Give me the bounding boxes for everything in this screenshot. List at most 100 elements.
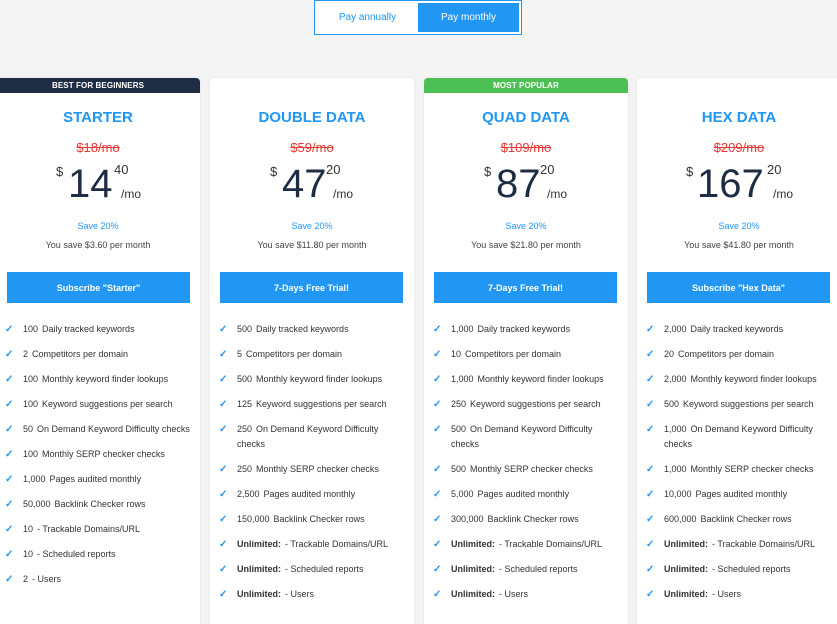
feature-value: 1,000 xyxy=(664,424,687,434)
feature-label: Monthly SERP checker checks xyxy=(42,449,165,459)
check-icon: ✓ xyxy=(646,349,655,360)
plan-cta-button[interactable]: Subscribe "Hex Data" xyxy=(647,272,830,303)
feature-value: 250 xyxy=(237,424,253,434)
check-icon: ✓ xyxy=(5,399,14,410)
feature-item: ✓ 5,000 Pages audited monthly xyxy=(433,487,622,502)
check-icon: ✓ xyxy=(219,424,228,435)
save-amount: You save $3.60 per month xyxy=(45,240,151,250)
check-icon: ✓ xyxy=(433,539,442,550)
check-icon: ✓ xyxy=(219,589,228,600)
check-icon: ✓ xyxy=(5,349,14,360)
current-price: $ 87 20 /mo xyxy=(424,162,628,212)
feature-item: ✓ 250 Monthly SERP checker checks xyxy=(219,462,408,477)
price-cents: 40 xyxy=(114,162,129,177)
check-icon: ✓ xyxy=(646,489,655,500)
feature-label: - Users xyxy=(712,589,741,599)
feature-label: - Scheduled reports xyxy=(499,564,578,574)
feature-value: 2 xyxy=(23,574,29,584)
plan-name: DOUBLE DATA xyxy=(258,109,366,126)
feature-item: ✓ 2- Users xyxy=(5,572,194,587)
plan-name: STARTER xyxy=(63,109,133,126)
feature-value: 10 xyxy=(23,524,34,534)
feature-value: Unlimited: xyxy=(237,589,281,599)
check-icon: ✓ xyxy=(646,324,655,335)
check-icon: ✓ xyxy=(219,399,228,410)
check-icon: ✓ xyxy=(433,564,442,575)
plan-ribbon xyxy=(210,78,414,93)
old-price-value: 18/mo xyxy=(83,140,120,155)
save-percent: Save 20% xyxy=(77,221,119,231)
feature-label: - Trackable Domains/URL xyxy=(712,539,816,549)
feature-value: 100 xyxy=(23,374,39,384)
plan-cta-button[interactable]: Subscribe "Starter" xyxy=(7,272,190,303)
price-integer: 14 xyxy=(68,162,113,206)
plan-cta-button[interactable]: 7-Days Free Trial! xyxy=(434,272,617,303)
feature-label: Competitors per domain xyxy=(465,349,562,359)
price-integer: 47 xyxy=(282,162,327,206)
plan-cta-button[interactable]: 7-Days Free Trial! xyxy=(220,272,403,303)
feature-label: - Users xyxy=(32,574,62,584)
old-price: $18/mo xyxy=(0,140,200,155)
feature-item: ✓ 10- Scheduled reports xyxy=(5,547,194,562)
pay-annually-button[interactable]: Pay annually xyxy=(317,3,418,32)
feature-item: ✓ Unlimited: - Scheduled reports xyxy=(646,562,835,577)
check-icon: ✓ xyxy=(646,514,655,525)
save-amount: You save $41.80 per month xyxy=(684,240,794,250)
feature-item: ✓ 500 Monthly keyword finder lookups xyxy=(219,372,408,387)
price-period: /mo xyxy=(333,187,354,201)
save-amount: You save $21.80 per month xyxy=(471,240,581,250)
feature-item: ✓ Unlimited: - Scheduled reports xyxy=(219,562,408,577)
feature-item: ✓ 100 Monthly keyword finder lookups xyxy=(5,372,194,387)
feature-label: Monthly keyword finder lookups xyxy=(690,374,817,384)
feature-value: 300,000 xyxy=(451,514,484,524)
feature-label: Backlink Checker rows xyxy=(273,514,365,524)
plan-name: HEX DATA xyxy=(701,109,777,126)
pay-monthly-button[interactable]: Pay monthly xyxy=(418,3,519,32)
feature-label: Pages audited monthly xyxy=(695,489,788,499)
check-icon: ✓ xyxy=(5,574,14,585)
feature-item: ✓ 10 Competitors per domain xyxy=(433,347,622,362)
feature-item: ✓ Unlimited: - Trackable Domains/URL xyxy=(219,537,408,552)
old-price: $59/mo xyxy=(210,140,414,155)
check-icon: ✓ xyxy=(5,449,14,460)
feature-value: 100 xyxy=(23,399,39,409)
feature-item: ✓ 1,000 Monthly keyword finder lookups xyxy=(433,372,622,387)
feature-item: ✓ 1,000 On Demand Keyword Difficulty chec… xyxy=(646,422,835,452)
feature-value: 250 xyxy=(451,399,467,409)
check-icon: ✓ xyxy=(433,489,442,500)
feature-list: ✓ 100 Daily tracked keywords ✓ 2 Competito… xyxy=(5,322,194,597)
check-icon: ✓ xyxy=(5,524,14,535)
check-icon: ✓ xyxy=(433,374,442,385)
feature-value: Unlimited: xyxy=(451,589,495,599)
old-price-value: 109/mo xyxy=(507,140,552,155)
feature-value: Unlimited: xyxy=(664,564,708,574)
feature-item: ✓ 600,000 Backlink Checker rows xyxy=(646,512,835,527)
feature-item: ✓ Unlimited: - Scheduled reports xyxy=(433,562,622,577)
old-price-currency: $ xyxy=(290,140,298,155)
save-percent: Save 20% xyxy=(718,221,760,231)
feature-value: 250 xyxy=(237,464,253,474)
feature-label: - Users xyxy=(499,589,528,599)
feature-label: Keyword suggestions per search xyxy=(42,399,173,409)
check-icon: ✓ xyxy=(433,324,442,335)
feature-value: 500 xyxy=(237,324,253,334)
feature-item: ✓ 125 Keyword suggestions per search xyxy=(219,397,408,412)
feature-value: 125 xyxy=(237,399,253,409)
price-currency: $ xyxy=(686,164,694,179)
feature-label: Monthly keyword finder lookups xyxy=(477,374,604,384)
feature-value: 10,000 xyxy=(664,489,692,499)
feature-label: Keyword suggestions per search xyxy=(470,399,601,409)
feature-value: 500 xyxy=(451,464,467,474)
check-icon: ✓ xyxy=(433,464,442,475)
check-icon: ✓ xyxy=(433,399,442,410)
feature-item: ✓ 2,000 Daily tracked keywords xyxy=(646,322,835,337)
feature-value: 100 xyxy=(23,449,39,459)
check-icon: ✓ xyxy=(646,589,655,600)
feature-value: 5 xyxy=(237,349,243,359)
check-icon: ✓ xyxy=(646,539,655,550)
check-icon: ✓ xyxy=(433,349,442,360)
price-currency: $ xyxy=(270,164,278,179)
feature-label: Daily tracked keywords xyxy=(42,324,135,334)
feature-label: Backlink Checker rows xyxy=(487,514,579,524)
check-icon: ✓ xyxy=(5,474,14,485)
